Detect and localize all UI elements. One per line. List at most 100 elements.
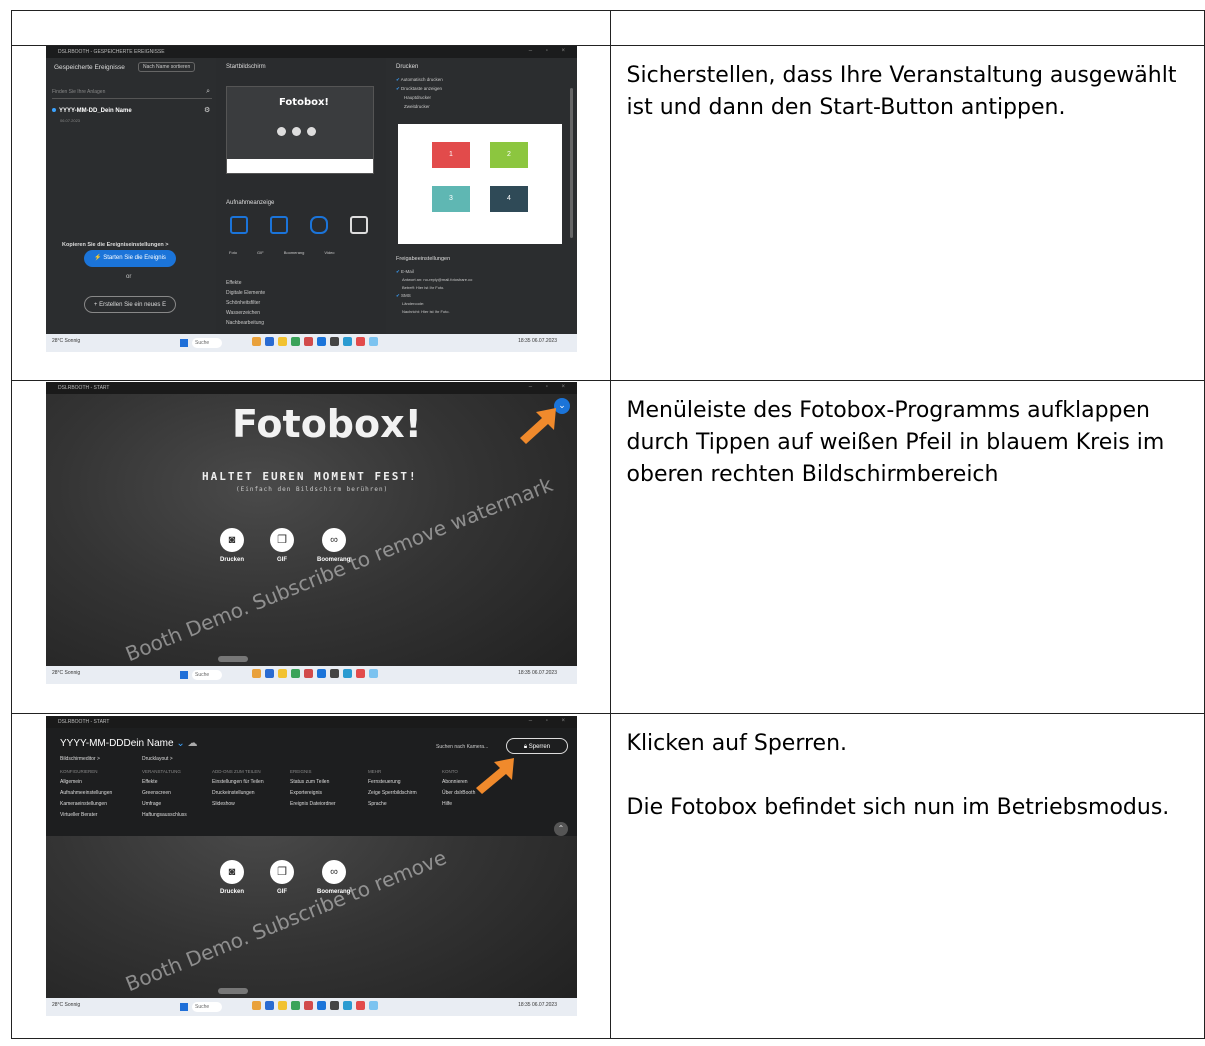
windows-start-icon[interactable] xyxy=(180,671,188,679)
event-search-input[interactable]: Finden Sie Ihre Anlagen ⌕ xyxy=(52,88,212,99)
app-icon[interactable] xyxy=(265,669,274,678)
app-icon[interactable] xyxy=(252,669,261,678)
menu-item[interactable]: Hilfe xyxy=(442,799,475,810)
window-controls[interactable]: – ▫ × xyxy=(529,718,571,724)
app-icon[interactable] xyxy=(330,1001,339,1010)
menu-item[interactable]: Haftungsausschluss xyxy=(142,810,187,821)
menu-item[interactable]: Zeige Sperrbildschirm xyxy=(368,788,417,799)
app-icon[interactable] xyxy=(317,1001,326,1010)
gif-mode-button[interactable]: ❐ xyxy=(270,860,294,884)
startscreen-preview[interactable]: Fotobox! xyxy=(226,86,374,174)
photo-mode-icon[interactable] xyxy=(230,216,248,234)
app-icon[interactable] xyxy=(330,669,339,678)
menu-item[interactable]: Umfrage xyxy=(142,799,187,810)
taskbar-search[interactable]: Suche xyxy=(192,338,222,348)
windows-start-icon[interactable] xyxy=(180,1003,188,1011)
share-option[interactable]: ✔ SMS xyxy=(396,292,472,300)
app-icon[interactable] xyxy=(369,337,378,346)
app-icon[interactable] xyxy=(278,1001,287,1010)
boomerang-mode-button[interactable]: ∞ xyxy=(322,860,346,884)
scrollbar[interactable] xyxy=(570,88,573,238)
menu-item[interactable]: Kameraeinstellungen xyxy=(60,799,112,810)
menu-item[interactable]: Schönheitsfilter xyxy=(226,298,265,308)
print-option[interactable]: ✔ Automatisch drucken xyxy=(396,75,443,84)
menu-item[interactable]: Ereignis Dateiordner xyxy=(290,799,336,810)
app-icon[interactable] xyxy=(317,337,326,346)
boomerang-mode-icon[interactable] xyxy=(310,216,328,234)
print-layout-link[interactable]: Drucklayout > xyxy=(142,756,173,762)
screen-editor-link[interactable]: Bildschirmeditor > xyxy=(60,756,100,762)
menu-item[interactable]: Nachbearbeitung xyxy=(226,318,265,328)
app-icon[interactable] xyxy=(356,337,365,346)
weather-widget[interactable]: 28°C Sonnig xyxy=(52,1002,80,1008)
gear-icon[interactable]: ⚙ xyxy=(204,106,210,114)
app-icon[interactable] xyxy=(278,337,287,346)
menu-item[interactable]: Wasserzeichen xyxy=(226,308,265,318)
menu-item[interactable]: Exportereignis xyxy=(290,788,336,799)
boomerang-mode-button[interactable]: ∞ xyxy=(322,528,346,552)
share-option[interactable]: ✔ E-Mail xyxy=(396,268,472,276)
app-icon[interactable] xyxy=(304,669,313,678)
copy-settings-link[interactable]: Kopieren Sie die Ereigniseinstellungen > xyxy=(62,242,169,248)
app-icon[interactable] xyxy=(356,669,365,678)
event-item[interactable]: YYYY-MM-DD_Dein Name xyxy=(52,108,132,114)
app-icon[interactable] xyxy=(369,669,378,678)
drag-handle[interactable] xyxy=(218,988,248,994)
camera-search[interactable]: Suchen nach Kamera... xyxy=(436,744,488,750)
app-icon[interactable] xyxy=(265,1001,274,1010)
menu-item[interactable]: Allgemein xyxy=(60,777,112,788)
gif-mode-icon[interactable] xyxy=(270,216,288,234)
drag-handle[interactable] xyxy=(218,656,248,662)
gif-mode-button[interactable]: ❐ xyxy=(270,528,294,552)
menu-item[interactable]: Einstellungen für Teilen xyxy=(212,777,264,788)
app-icon[interactable] xyxy=(343,337,352,346)
event-name-dropdown[interactable]: YYYY-MM-DDDein Name ⌄ ☁ xyxy=(60,738,198,749)
menu-item[interactable]: Slideshow xyxy=(212,799,264,810)
sort-button[interactable]: Nach Name sortieren xyxy=(138,62,196,72)
taskbar-search[interactable]: Suche xyxy=(192,1002,222,1012)
start-event-button[interactable]: ⚡ Starten Sie die Ereignis xyxy=(84,250,176,267)
menu-item[interactable]: Status zum Teilen xyxy=(290,777,336,788)
app-icon[interactable] xyxy=(343,1001,352,1010)
app-icon[interactable] xyxy=(343,669,352,678)
menu-item[interactable]: Aufnahmeeinstellungen xyxy=(60,788,112,799)
menu-item[interactable]: Digitale Elemente xyxy=(226,288,265,298)
print-layout-preview[interactable]: 1 2 3 4 xyxy=(398,124,562,244)
weather-widget[interactable]: 28°C Sonnig xyxy=(52,338,80,344)
menu-item[interactable]: Virtueller Berater xyxy=(60,810,112,821)
menu-item[interactable]: Druckeinstellungen xyxy=(212,788,264,799)
windows-start-icon[interactable] xyxy=(180,339,188,347)
app-icon[interactable] xyxy=(278,669,287,678)
window-controls[interactable]: – ▫ × xyxy=(529,384,571,390)
lock-button[interactable]: 🔒︎ Sperren xyxy=(506,738,568,754)
menu-item[interactable]: Sprache xyxy=(368,799,417,810)
app-icon[interactable] xyxy=(265,337,274,346)
app-icon[interactable] xyxy=(291,337,300,346)
app-icon[interactable] xyxy=(252,337,261,346)
menu-item[interactable]: Fernsteuerung xyxy=(368,777,417,788)
app-icon[interactable] xyxy=(356,1001,365,1010)
print-option[interactable]: Zweitdrucker xyxy=(396,102,443,111)
app-icon[interactable] xyxy=(291,669,300,678)
app-icon[interactable] xyxy=(369,1001,378,1010)
cloud-icon[interactable]: ☁ xyxy=(188,738,198,749)
window-controls[interactable]: – ▫ × xyxy=(529,48,571,54)
menu-item[interactable]: Über dslrBooth xyxy=(442,788,475,799)
video-mode-icon[interactable] xyxy=(350,216,368,234)
app-icon[interactable] xyxy=(330,337,339,346)
print-mode-button[interactable]: ◙ xyxy=(220,860,244,884)
new-event-button[interactable]: + Erstellen Sie ein neues E xyxy=(84,296,176,313)
app-icon[interactable] xyxy=(317,669,326,678)
app-icon[interactable] xyxy=(252,1001,261,1010)
print-option[interactable]: ✔ Drucktaste anzeigen xyxy=(396,84,443,93)
menu-item[interactable]: Effekte xyxy=(226,278,265,288)
taskbar-search[interactable]: Suche xyxy=(192,670,222,680)
menu-item[interactable]: Greenscreen xyxy=(142,788,187,799)
weather-widget[interactable]: 28°C Sonnig xyxy=(52,670,80,676)
print-mode-button[interactable]: ◙ xyxy=(220,528,244,552)
collapse-menu-button[interactable]: ⌃ xyxy=(554,822,568,836)
menu-item[interactable]: Effekte xyxy=(142,777,187,788)
app-icon[interactable] xyxy=(291,1001,300,1010)
menu-item[interactable]: Abonnieren xyxy=(442,777,475,788)
print-option[interactable]: Hauptdrucker xyxy=(396,93,443,102)
